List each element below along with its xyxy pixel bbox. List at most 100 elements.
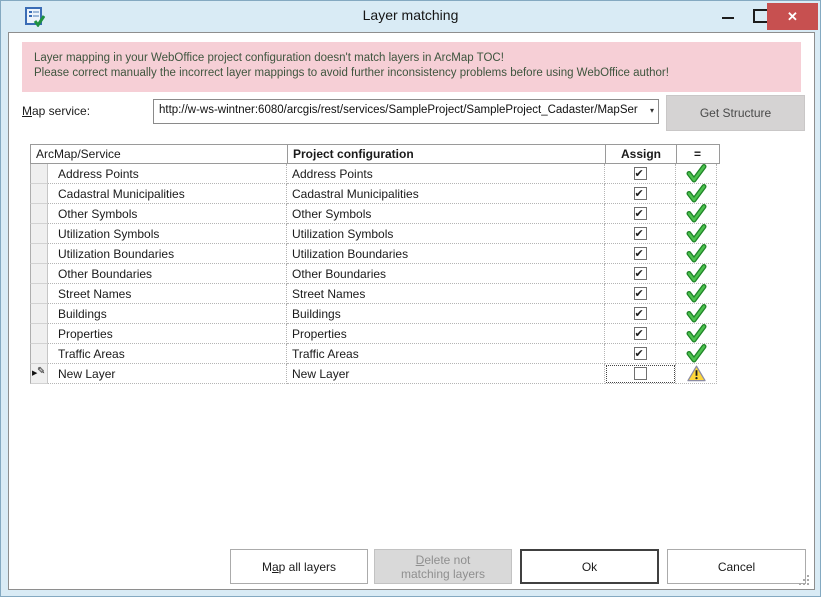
- row-header-cell[interactable]: [30, 264, 48, 284]
- minimize-icon: [722, 17, 734, 19]
- map-service-combobox[interactable]: http://w-ws-wintner:6080/arcgis/rest/ser…: [153, 99, 659, 124]
- service-name-cell[interactable]: Buildings: [48, 304, 287, 324]
- assign-checkbox[interactable]: [634, 307, 647, 320]
- assign-cell[interactable]: [605, 244, 676, 264]
- service-name-cell[interactable]: Address Points: [48, 164, 287, 184]
- assign-checkbox[interactable]: [634, 187, 647, 200]
- match-check-icon: [685, 164, 707, 183]
- project-config-cell[interactable]: Other Symbols: [287, 204, 605, 224]
- project-config-cell[interactable]: Traffic Areas: [287, 344, 605, 364]
- assign-cell[interactable]: [605, 164, 676, 184]
- table-row: Street NamesStreet Names: [30, 284, 720, 304]
- row-header-cell[interactable]: [30, 284, 48, 304]
- chevron-down-icon[interactable]: ▾: [650, 106, 654, 115]
- row-edit-pencil-icon: ✎: [37, 366, 45, 377]
- assign-checkbox[interactable]: [634, 347, 647, 360]
- warning-icon: [687, 365, 706, 382]
- project-config-cell[interactable]: Cadastral Municipalities: [287, 184, 605, 204]
- service-name-cell[interactable]: New Layer: [48, 364, 287, 384]
- row-header-cell[interactable]: [30, 344, 48, 364]
- match-status-cell: [676, 244, 717, 264]
- project-config-cell[interactable]: Buildings: [287, 304, 605, 324]
- column-header-match[interactable]: =: [677, 145, 718, 163]
- match-check-icon: [685, 284, 707, 303]
- map-service-value: http://w-ws-wintner:6080/arcgis/rest/ser…: [159, 104, 640, 116]
- row-header-cell[interactable]: [30, 184, 48, 204]
- match-status-cell: [676, 184, 717, 204]
- match-check-icon: [685, 264, 707, 283]
- table-rows: Address PointsAddress PointsCadastral Mu…: [30, 164, 720, 384]
- assign-cell[interactable]: [605, 224, 676, 244]
- project-config-cell[interactable]: New Layer: [287, 364, 605, 384]
- service-name-cell[interactable]: Other Boundaries: [48, 264, 287, 284]
- project-config-cell[interactable]: Utilization Boundaries: [287, 244, 605, 264]
- table-row: BuildingsBuildings: [30, 304, 720, 324]
- assign-checkbox[interactable]: [634, 247, 647, 260]
- layer-matching-dialog: Layer matching ✕ Layer mapping in your W…: [0, 0, 821, 597]
- assign-cell[interactable]: [605, 304, 676, 324]
- assign-cell[interactable]: [605, 344, 676, 364]
- minimize-button[interactable]: [717, 7, 739, 27]
- service-name-cell[interactable]: Properties: [48, 324, 287, 344]
- assign-checkbox[interactable]: [634, 167, 647, 180]
- match-check-icon: [685, 324, 707, 343]
- window-title: Layer matching: [1, 7, 820, 23]
- row-header-cell[interactable]: [30, 304, 48, 324]
- table-row: Other SymbolsOther Symbols: [30, 204, 720, 224]
- column-header-assign[interactable]: Assign: [606, 145, 677, 163]
- ok-button[interactable]: Ok: [520, 549, 659, 584]
- table-row: Utilization SymbolsUtilization Symbols: [30, 224, 720, 244]
- assign-cell[interactable]: [605, 364, 676, 384]
- service-name-cell[interactable]: Utilization Boundaries: [48, 244, 287, 264]
- service-name-cell[interactable]: Utilization Symbols: [48, 224, 287, 244]
- row-header-cell[interactable]: [30, 224, 48, 244]
- assign-checkbox[interactable]: [634, 267, 647, 280]
- match-status-cell: [676, 304, 717, 324]
- column-header-project[interactable]: Project configuration: [288, 145, 606, 163]
- row-header-cell[interactable]: ▶✎: [30, 364, 48, 384]
- service-name-cell[interactable]: Traffic Areas: [48, 344, 287, 364]
- row-header-cell[interactable]: [30, 244, 48, 264]
- assign-checkbox[interactable]: [634, 327, 647, 340]
- row-header-cell[interactable]: [30, 164, 48, 184]
- column-header-service[interactable]: ArcMap/Service: [31, 145, 288, 163]
- project-config-cell[interactable]: Address Points: [287, 164, 605, 184]
- row-header-cell[interactable]: [30, 324, 48, 344]
- warning-banner: Layer mapping in your WebOffice project …: [22, 42, 801, 92]
- assign-checkbox[interactable]: [634, 227, 647, 240]
- match-status-cell: [676, 344, 717, 364]
- match-status-cell: [676, 284, 717, 304]
- assign-cell[interactable]: [605, 184, 676, 204]
- assign-cell[interactable]: [605, 284, 676, 304]
- service-name-cell[interactable]: Other Symbols: [48, 204, 287, 224]
- assign-cell[interactable]: [605, 264, 676, 284]
- assign-checkbox[interactable]: [634, 287, 647, 300]
- map-all-layers-button[interactable]: Map all layers: [230, 549, 368, 584]
- table-header-row: ArcMap/Service Project configuration Ass…: [30, 144, 720, 164]
- project-config-cell[interactable]: Other Boundaries: [287, 264, 605, 284]
- service-name-cell[interactable]: Street Names: [48, 284, 287, 304]
- project-config-cell[interactable]: Street Names: [287, 284, 605, 304]
- table-row: Utilization BoundariesUtilization Bounda…: [30, 244, 720, 264]
- match-status-cell: [676, 264, 717, 284]
- close-button[interactable]: ✕: [767, 3, 818, 30]
- match-check-icon: [685, 244, 707, 263]
- table-row: Other BoundariesOther Boundaries: [30, 264, 720, 284]
- map-service-label: Map service:: [22, 104, 90, 118]
- match-check-icon: [685, 344, 707, 363]
- cancel-button[interactable]: Cancel: [667, 549, 806, 584]
- project-config-cell[interactable]: Utilization Symbols: [287, 224, 605, 244]
- resize-grip-icon[interactable]: [798, 574, 811, 587]
- service-name-cell[interactable]: Cadastral Municipalities: [48, 184, 287, 204]
- assign-checkbox[interactable]: [634, 367, 647, 380]
- match-check-icon: [685, 304, 707, 323]
- match-status-cell: [676, 364, 717, 384]
- match-status-cell: [676, 204, 717, 224]
- assign-cell[interactable]: [605, 324, 676, 344]
- project-config-cell[interactable]: Properties: [287, 324, 605, 344]
- get-structure-button[interactable]: Get Structure: [666, 95, 805, 131]
- assign-checkbox[interactable]: [634, 207, 647, 220]
- assign-cell[interactable]: [605, 204, 676, 224]
- row-header-cell[interactable]: [30, 204, 48, 224]
- title-bar[interactable]: Layer matching ✕: [1, 1, 820, 32]
